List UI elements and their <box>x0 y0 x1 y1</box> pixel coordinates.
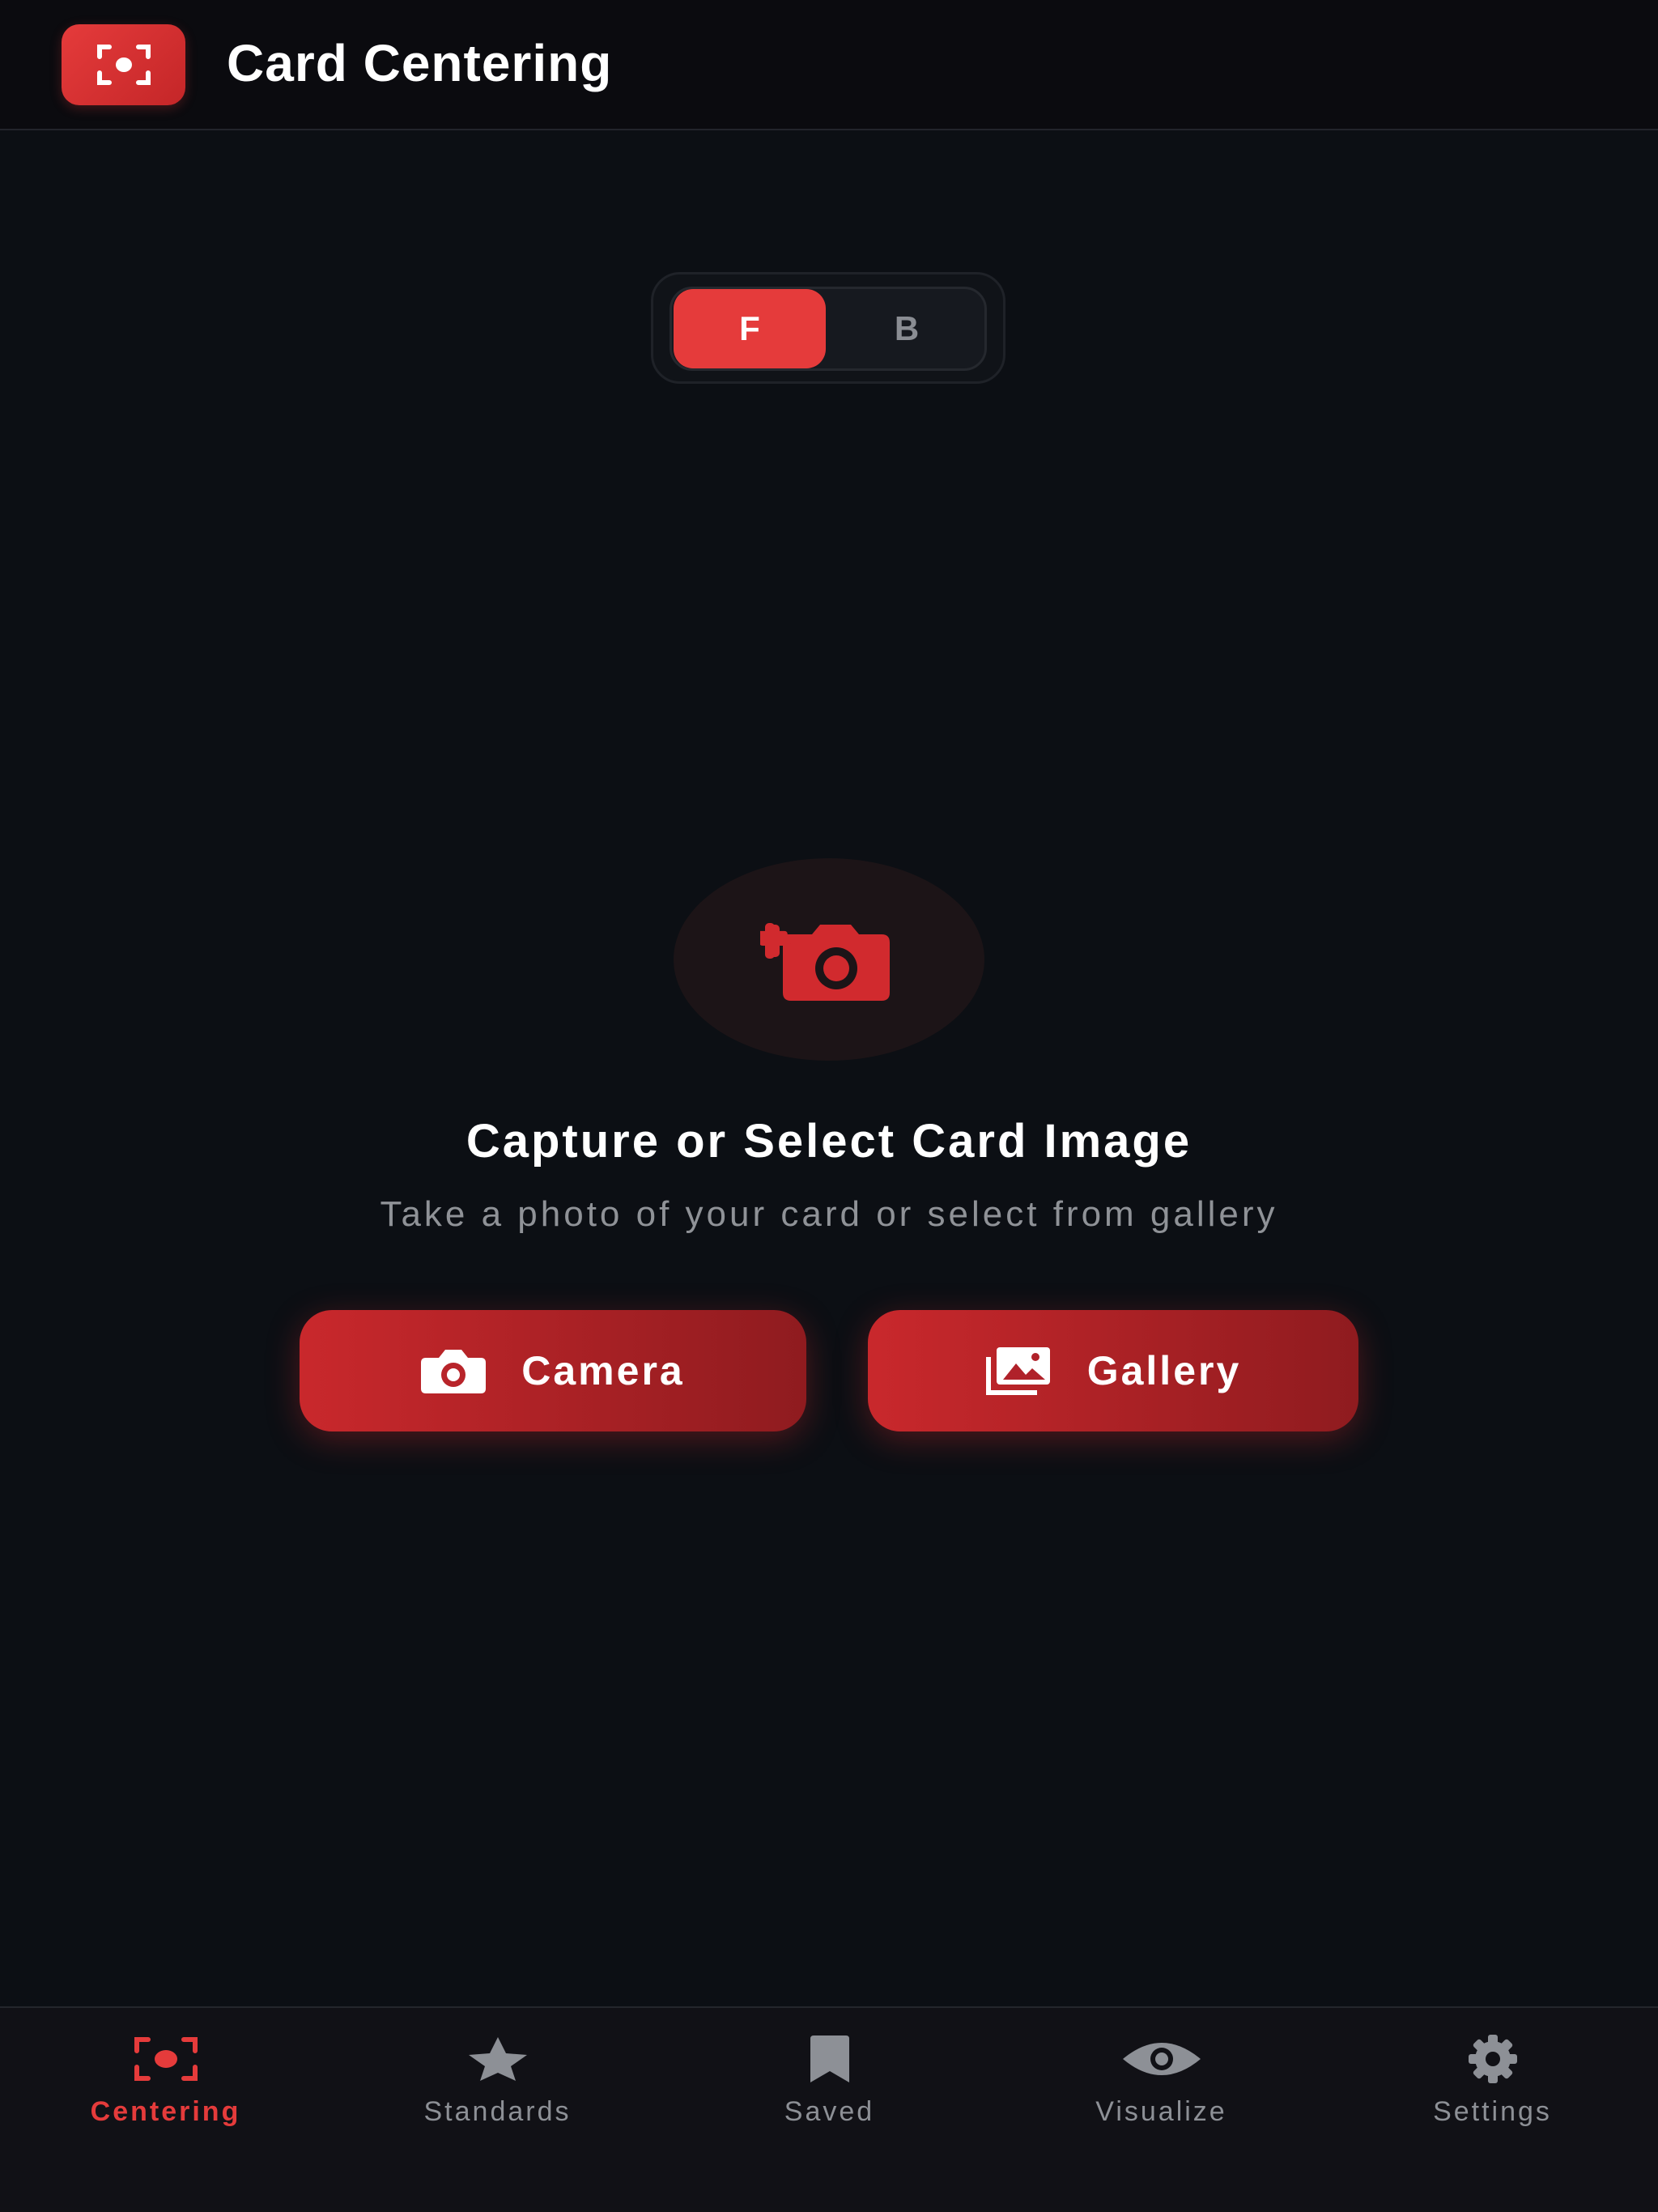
nav-item-visualize[interactable]: Visualize <box>996 2031 1327 2136</box>
nav-item-saved[interactable]: Saved <box>664 2031 995 2136</box>
nav-label-saved: Saved <box>784 2096 875 2127</box>
bottom-nav: Centering Standards Saved Visualize Sett… <box>0 2006 1658 2212</box>
focus-center-icon <box>134 2031 198 2087</box>
eye-icon <box>1121 2031 1202 2087</box>
empty-state-icon-circle <box>674 858 984 1061</box>
nav-item-settings[interactable]: Settings <box>1327 2031 1658 2136</box>
gallery-button[interactable]: Gallery <box>868 1310 1358 1431</box>
gear-icon <box>1460 2031 1525 2087</box>
camera-button[interactable]: Camera <box>300 1310 806 1431</box>
app-logo <box>62 24 185 105</box>
nav-label-settings: Settings <box>1433 2096 1552 2127</box>
nav-label-standards: Standards <box>423 2096 572 2127</box>
nav-label-visualize: Visualize <box>1095 2096 1227 2127</box>
side-toggle: F B <box>651 272 1005 384</box>
toggle-back-option[interactable]: B <box>831 289 983 368</box>
camera-button-label: Camera <box>521 1348 685 1393</box>
gallery-button-label: Gallery <box>1086 1348 1242 1393</box>
nav-label-centering: Centering <box>90 2096 241 2127</box>
side-toggle-track: F B <box>670 287 987 371</box>
empty-state-subtitle: Take a photo of your card or select from… <box>380 1194 1278 1234</box>
toggle-front-option[interactable]: F <box>674 289 826 368</box>
nav-item-standards[interactable]: Standards <box>332 2031 663 2136</box>
camera-icon <box>421 1348 487 1393</box>
nav-item-centering[interactable]: Centering <box>0 2031 331 2136</box>
focus-center-icon <box>96 45 151 85</box>
camera-plus-icon <box>760 923 890 1001</box>
app-screen: Card Centering F B Capture or Select Car… <box>0 0 1658 2212</box>
star-icon <box>466 2031 530 2087</box>
empty-state-title: Capture or Select Card Image <box>466 1115 1192 1168</box>
bookmark-icon <box>804 2031 856 2087</box>
page-title: Card Centering <box>227 34 613 92</box>
photo-library-icon <box>985 1346 1052 1396</box>
app-header: Card Centering <box>0 0 1658 130</box>
